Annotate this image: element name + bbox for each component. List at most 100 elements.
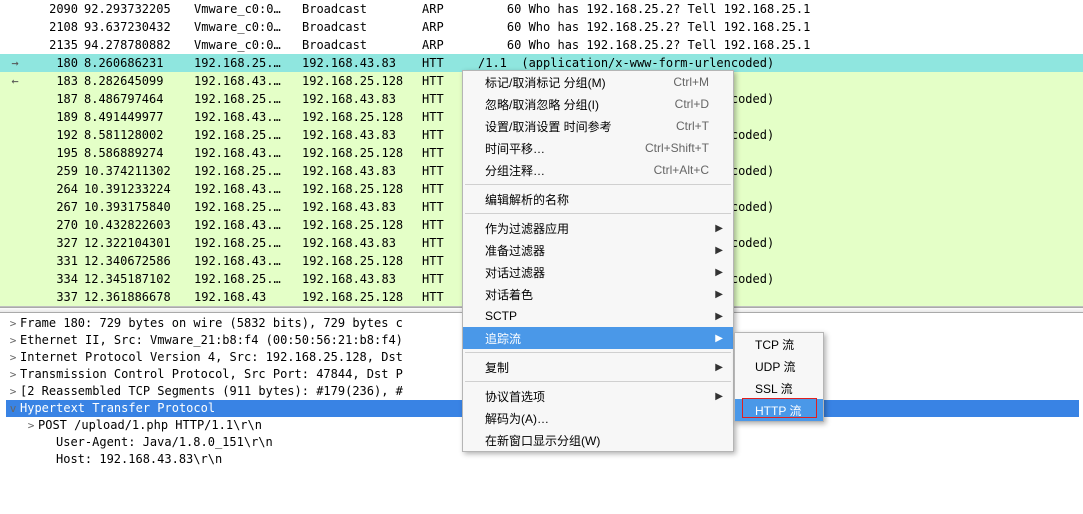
menu-item[interactable]: 设置/取消设置 时间参考Ctrl+T	[463, 115, 733, 137]
submenu-item[interactable]: HTTP 流	[735, 399, 823, 421]
detail-text: Hypertext Transfer Protocol	[20, 400, 215, 417]
col-info: /1.1 (application/x-www-form-urlencoded)	[478, 56, 1083, 70]
col-info: 60 Who has 192.168.25.2? Tell 192.168.25…	[478, 2, 1083, 16]
tree-toggle-icon[interactable]: >	[6, 383, 20, 400]
col-time: 8.486797464	[84, 92, 194, 106]
packet-row[interactable]: 210893.637230432Vmware_c0:0…BroadcastARP…	[0, 18, 1083, 36]
col-no: 2108	[26, 20, 84, 34]
menu-label: 作为过滤器应用	[485, 220, 709, 237]
menu-item[interactable]: 分组注释…Ctrl+Alt+C	[463, 159, 733, 181]
submenu-arrow-icon: ▶	[709, 267, 723, 278]
col-no: 183	[26, 74, 84, 88]
col-destination: 192.168.43.83	[302, 56, 422, 70]
col-destination: 192.168.25.128	[302, 74, 422, 88]
menu-label: 分组注释…	[485, 162, 654, 179]
menu-shortcut: Ctrl+Shift+T	[645, 141, 709, 155]
follow-stream-submenu[interactable]: TCP 流UDP 流SSL 流HTTP 流	[734, 332, 824, 422]
detail-text: [2 Reassembled TCP Segments (911 bytes):…	[20, 383, 403, 400]
menu-item[interactable]: 时间平移…Ctrl+Shift+T	[463, 137, 733, 159]
context-menu[interactable]: 标记/取消标记 分组(M)Ctrl+M忽略/取消忽略 分组(I)Ctrl+D设置…	[462, 70, 734, 452]
menu-item[interactable]: 对话过滤器▶	[463, 261, 733, 283]
col-no: 327	[26, 236, 84, 250]
menu-item[interactable]: 追踪流▶	[463, 327, 733, 349]
tree-toggle-icon[interactable]: v	[6, 400, 20, 417]
menu-shortcut: Ctrl+T	[676, 119, 709, 133]
menu-item[interactable]: 对话着色▶	[463, 283, 733, 305]
detail-text: Internet Protocol Version 4, Src: 192.16…	[20, 349, 403, 366]
submenu-item[interactable]: UDP 流	[735, 355, 823, 377]
col-destination: 192.168.43.83	[302, 272, 422, 286]
col-destination: Broadcast	[302, 2, 422, 16]
submenu-item[interactable]: SSL 流	[735, 377, 823, 399]
menu-item[interactable]: 作为过滤器应用▶	[463, 217, 733, 239]
col-protocol: ARP	[422, 20, 478, 34]
menu-label: 对话过滤器	[485, 264, 709, 281]
menu-shortcut: Ctrl+Alt+C	[654, 163, 709, 177]
menu-item[interactable]: 准备过滤器▶	[463, 239, 733, 261]
row-marker: ←	[4, 74, 26, 88]
col-time: 8.581128002	[84, 128, 194, 142]
menu-item[interactable]: 解码为(A)…	[463, 407, 733, 429]
col-destination: 192.168.43.83	[302, 164, 422, 178]
col-source: 192.168.43.…	[194, 254, 302, 268]
menu-item[interactable]: 在新窗口显示分组(W)	[463, 429, 733, 451]
col-source: 192.168.25.…	[194, 272, 302, 286]
col-destination: 192.168.25.128	[302, 110, 422, 124]
col-source: 192.168.25.…	[194, 128, 302, 142]
col-destination: Broadcast	[302, 20, 422, 34]
menu-item[interactable]: 忽略/取消忽略 分组(I)Ctrl+D	[463, 93, 733, 115]
col-no: 337	[26, 290, 84, 304]
menu-item[interactable]: SCTP▶	[463, 305, 733, 327]
col-source: 192.168.25.…	[194, 164, 302, 178]
col-time: 94.278780882	[84, 38, 194, 52]
menu-label: 解码为(A)…	[485, 410, 709, 427]
col-time: 92.293732205	[84, 2, 194, 16]
col-source: 192.168.25.…	[194, 200, 302, 214]
col-no: 187	[26, 92, 84, 106]
menu-label: 在新窗口显示分组(W)	[485, 432, 709, 449]
tree-toggle-icon[interactable]: >	[24, 417, 38, 434]
col-destination: 192.168.25.128	[302, 218, 422, 232]
col-source: Vmware_c0:0…	[194, 20, 302, 34]
menu-separator	[465, 352, 731, 353]
submenu-arrow-icon: ▶	[709, 311, 723, 322]
col-time: 10.393175840	[84, 200, 194, 214]
detail-text: Ethernet II, Src: Vmware_21:b8:f4 (00:50…	[20, 332, 403, 349]
menu-label: 对话着色	[485, 286, 709, 303]
col-time: 10.391233224	[84, 182, 194, 196]
submenu-arrow-icon: ▶	[709, 333, 723, 344]
submenu-arrow-icon: ▶	[709, 223, 723, 234]
submenu-item[interactable]: TCP 流	[735, 333, 823, 355]
col-time: 12.345187102	[84, 272, 194, 286]
submenu-arrow-icon: ▶	[709, 245, 723, 256]
tree-toggle-icon[interactable]: >	[6, 315, 20, 332]
submenu-arrow-icon: ▶	[709, 362, 723, 373]
col-destination: 192.168.43.83	[302, 200, 422, 214]
col-destination: 192.168.43.83	[302, 92, 422, 106]
row-marker: →	[4, 56, 26, 70]
col-source: 192.168.43	[194, 290, 302, 304]
menu-item[interactable]: 复制▶	[463, 356, 733, 378]
menu-item[interactable]: 标记/取消标记 分组(M)Ctrl+M	[463, 71, 733, 93]
col-destination: 192.168.25.128	[302, 254, 422, 268]
tree-toggle-icon[interactable]: >	[6, 349, 20, 366]
col-source: 192.168.25.…	[194, 92, 302, 106]
detail-line[interactable]: Host: 192.168.43.83\r\n	[6, 451, 1079, 468]
packet-row[interactable]: 209092.293732205Vmware_c0:0…BroadcastARP…	[0, 0, 1083, 18]
col-no: 195	[26, 146, 84, 160]
col-time: 8.260686231	[84, 56, 194, 70]
packet-row[interactable]: 213594.278780882Vmware_c0:0…BroadcastARP…	[0, 36, 1083, 54]
col-destination: 192.168.43.83	[302, 236, 422, 250]
tree-toggle-icon[interactable]: >	[6, 366, 20, 383]
col-destination: 192.168.43.83	[302, 128, 422, 142]
col-source: 192.168.43.…	[194, 146, 302, 160]
tree-toggle-icon[interactable]: >	[6, 332, 20, 349]
col-no: 180	[26, 56, 84, 70]
col-protocol: ARP	[422, 38, 478, 52]
menu-item[interactable]: 协议首选项▶	[463, 385, 733, 407]
menu-label: 编辑解析的名称	[485, 191, 709, 208]
col-protocol: ARP	[422, 2, 478, 16]
col-destination: Broadcast	[302, 38, 422, 52]
col-source: 192.168.43.…	[194, 74, 302, 88]
menu-item[interactable]: 编辑解析的名称	[463, 188, 733, 210]
